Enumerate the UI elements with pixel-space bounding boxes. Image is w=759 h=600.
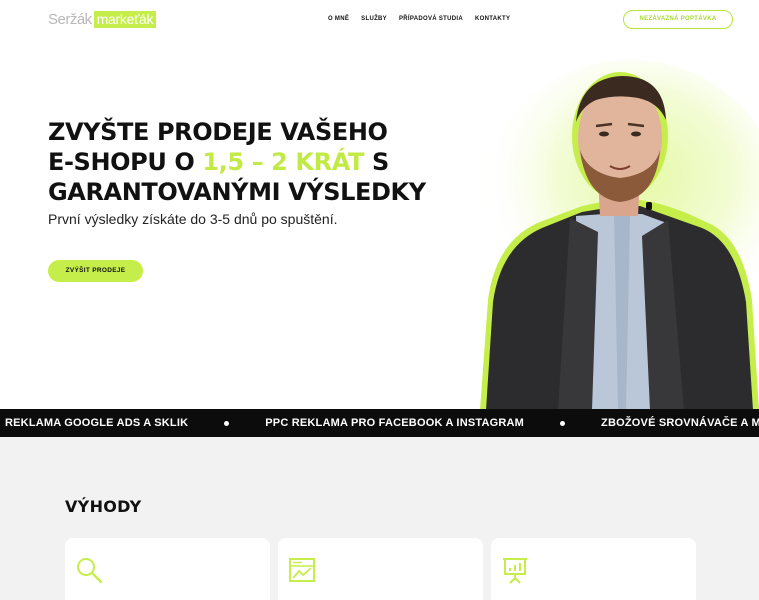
nav-link-about[interactable]: O MNĚ: [328, 16, 349, 22]
ticker-track: REKLAMA GOOGLE ADS A SKLIK PPC REKLAMA PR…: [5, 409, 759, 437]
hero-title-line2-pre: E-SHOPU O: [48, 148, 203, 176]
ticker-dot: [224, 420, 230, 426]
hero-subtitle: První výsledky získáte do 3-5 dnů po spu…: [48, 211, 338, 227]
page: Seržák markeťák O MNĚ SLUŽBY PŘÍPADOVÁ S…: [0, 0, 759, 600]
hero-title-line2-post: S: [363, 148, 389, 176]
logo-badge: markeťák: [93, 11, 157, 28]
benefit-card: [65, 538, 270, 600]
logo[interactable]: Seržák markeťák: [48, 11, 157, 28]
nav-link-contacts[interactable]: KONTAKTY: [475, 16, 510, 22]
magnifier-icon: [77, 558, 103, 584]
inquiry-button[interactable]: NEZÁVAZNÁ POPTÁVKA: [623, 10, 733, 29]
hero-title-line3: GARANTOVANÝMI VÝSLEDKY: [48, 178, 426, 206]
hero-title-highlight: 1,5 – 2 KRÁT: [202, 148, 364, 176]
services-ticker: REKLAMA GOOGLE ADS A SKLIK PPC REKLAMA PR…: [0, 409, 759, 437]
site-header: Seržák markeťák O MNĚ SLUŽBY PŘÍPADOVÁ S…: [0, 0, 759, 40]
nav-link-case-studies[interactable]: PŘÍPADOVÁ STUDIA: [399, 16, 463, 22]
increase-sales-button[interactable]: ZVÝŠIT PRODEJE: [48, 260, 143, 282]
nav-link-services[interactable]: SLUŽBY: [361, 16, 387, 22]
map-chart-icon: [289, 558, 315, 582]
ticker-item-comparators: ZBOŽOVÉ SROVNÁVAČE A MARKETPLACE: [601, 417, 759, 429]
benefits-section: VÝHODY: [0, 437, 759, 600]
benefit-card: [278, 538, 483, 600]
benefits-title: VÝHODY: [65, 497, 142, 516]
ticker-item-ppc-facebook: PPC REKLAMA PRO FACEBOOK A INSTAGRAM: [265, 417, 525, 429]
benefit-card: [491, 538, 696, 600]
portrait-photo: [480, 60, 759, 410]
logo-name: Seržák: [48, 11, 92, 28]
presentation-board-icon: [503, 558, 527, 584]
hero-title-line1: ZVYŠTE PRODEJE VAŠEHO: [48, 118, 388, 146]
ticker-item-google-ads: REKLAMA GOOGLE ADS A SKLIK: [5, 417, 189, 429]
ticker-dot: [560, 420, 566, 426]
main-nav: O MNĚ SLUŽBY PŘÍPADOVÁ STUDIA KONTAKTY: [328, 16, 510, 22]
hero-title: ZVYŠTE PRODEJE VAŠEHO E-SHOPU O 1,5 – 2 …: [48, 117, 478, 207]
